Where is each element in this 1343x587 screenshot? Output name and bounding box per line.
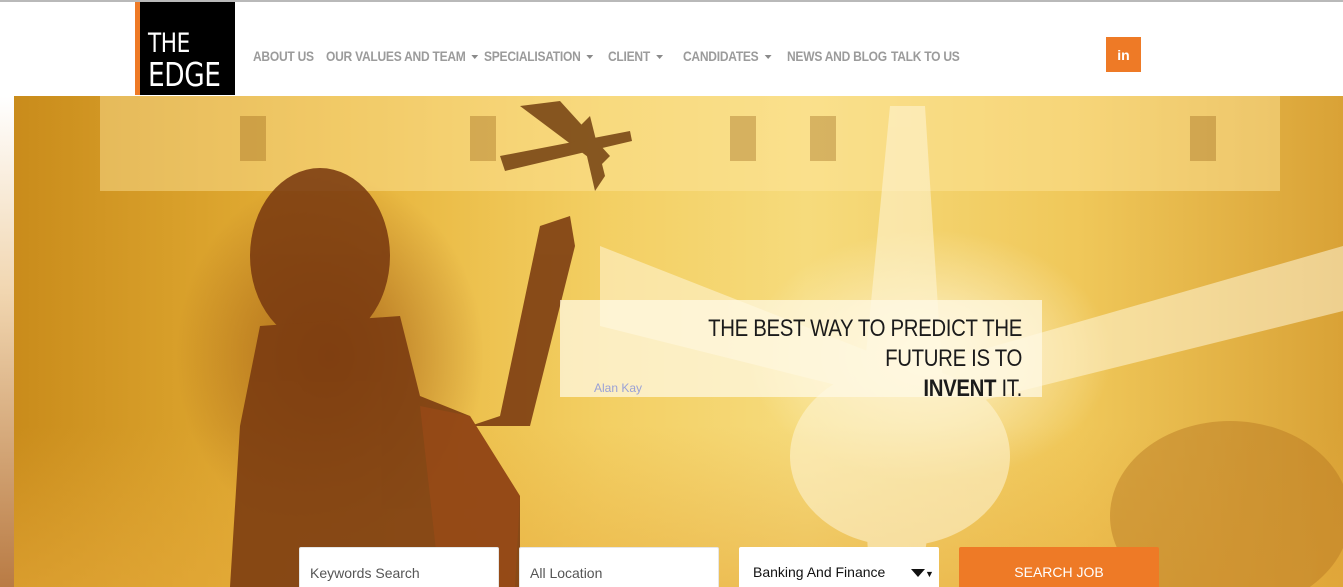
logo-line-2: EDGE — [148, 55, 221, 94]
caret-down-icon — [655, 55, 663, 59]
keywords-search-input[interactable] — [310, 565, 488, 581]
nav-item-candidates[interactable]: CANDIDATES — [683, 48, 772, 64]
nav-item-label: NEWS AND BLOG — [787, 48, 887, 64]
caret-down-icon — [586, 55, 594, 59]
nav-item-label: CANDIDATES — [683, 48, 759, 64]
location-search-input[interactable] — [530, 565, 708, 581]
linkedin-button[interactable]: in — [1106, 37, 1141, 72]
quote-end: IT. — [1001, 375, 1022, 402]
nav-item-about-us[interactable]: ABOUT US — [253, 48, 316, 64]
category-select-value: Banking And Finance — [753, 564, 886, 580]
nav-item-label: ABOUT US — [253, 48, 314, 64]
hero-quote-box: THE BEST WAY TO PREDICT THE FUTURE IS TO… — [560, 300, 1042, 402]
keywords-search-field[interactable] — [299, 547, 499, 587]
nav-item-label: OUR VALUES AND TEAM — [326, 48, 466, 64]
caret-down-icon — [471, 55, 479, 59]
site-header: THE EDGE ABOUT US OUR VALUES AND TEAM SP… — [0, 2, 1343, 96]
caret-down-icon — [764, 55, 772, 59]
nav-item-client[interactable]: CLIENT — [608, 48, 673, 64]
dropdown-arrow-icon — [911, 569, 925, 577]
search-job-label: SEARCH JOB — [1014, 564, 1104, 580]
hero-banner: THE BEST WAY TO PREDICT THE FUTURE IS TO… — [0, 96, 1343, 587]
quote-author: Alan Kay — [594, 381, 643, 395]
nav-item-news-and-blog[interactable]: NEWS AND BLOG — [787, 48, 887, 64]
nav-item-talk-to-us[interactable]: TALK TO US — [891, 48, 960, 64]
select-caret-icon: ▼ — [925, 569, 934, 579]
nav-item-our-values-and-team[interactable]: OUR VALUES AND TEAM — [326, 48, 479, 64]
nav-item-label: CLIENT — [608, 48, 650, 64]
search-job-button[interactable]: SEARCH JOB — [959, 547, 1159, 587]
category-select[interactable]: Banking And Finance ▼ — [739, 547, 939, 587]
linkedin-icon: in — [1117, 46, 1130, 63]
main-nav: ABOUT US OUR VALUES AND TEAM SPECIALISAT… — [253, 46, 971, 66]
nav-item-specialisation[interactable]: SPECIALISATION — [484, 48, 594, 64]
hero-left-edge — [0, 96, 14, 587]
quote-emphasis: INVENT — [923, 375, 997, 402]
nav-item-label: SPECIALISATION — [484, 48, 581, 64]
location-search-field[interactable] — [519, 547, 719, 587]
quote-main-text: THE BEST WAY TO PREDICT THE FUTURE IS TO — [708, 315, 1022, 372]
hero-quote: THE BEST WAY TO PREDICT THE FUTURE IS TO… — [640, 314, 1022, 404]
site-logo[interactable]: THE EDGE — [135, 2, 235, 95]
nav-item-label: TALK TO US — [891, 48, 960, 64]
